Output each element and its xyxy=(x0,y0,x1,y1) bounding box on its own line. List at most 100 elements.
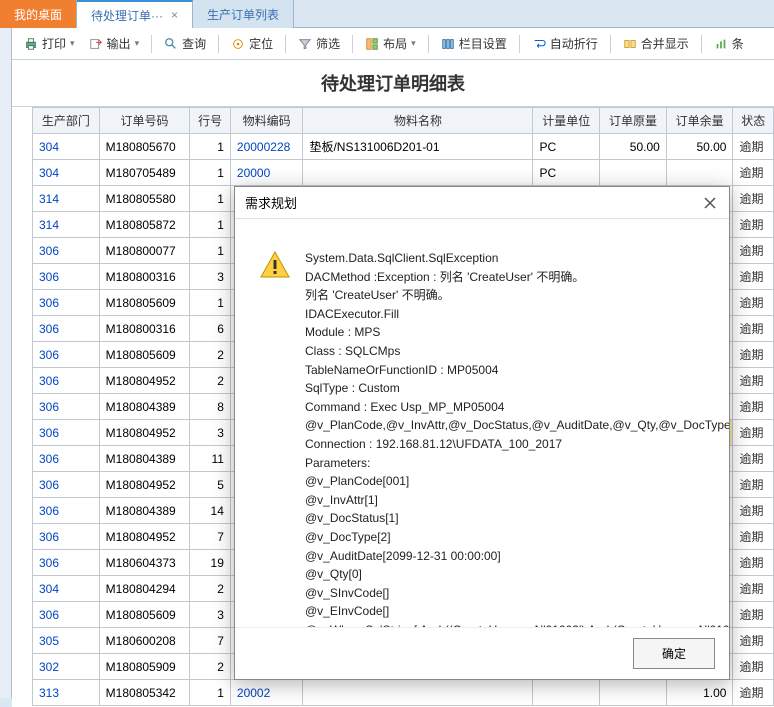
col-orig[interactable]: 订单原量 xyxy=(600,108,667,134)
cell-status[interactable]: 逾期 xyxy=(733,186,774,212)
cell-status[interactable]: 逾期 xyxy=(733,498,774,524)
cell-status[interactable]: 逾期 xyxy=(733,134,774,160)
col-status[interactable]: 状态 xyxy=(733,108,774,134)
cell-status[interactable]: 逾期 xyxy=(733,212,774,238)
cell-status[interactable]: 逾期 xyxy=(733,160,774,186)
col-remain[interactable]: 订单余量 xyxy=(666,108,733,134)
cell-orderno: M180804952 xyxy=(99,420,190,446)
cell-dept[interactable]: 306 xyxy=(33,264,100,290)
col-orderno[interactable]: 订单号码 xyxy=(99,108,190,134)
cell-dept[interactable]: 313 xyxy=(33,680,100,706)
cell-dept[interactable]: 306 xyxy=(33,316,100,342)
autowrap-button[interactable]: 自动折行 xyxy=(526,32,604,55)
print-icon xyxy=(24,37,38,51)
cell-dept[interactable]: 306 xyxy=(33,238,100,264)
tab-production-list[interactable]: 生产订单列表 xyxy=(193,0,294,28)
cell-status[interactable]: 逾期 xyxy=(733,680,774,706)
cell-status[interactable]: 逾期 xyxy=(733,446,774,472)
cell-status[interactable]: 逾期 xyxy=(733,316,774,342)
query-button[interactable]: 查询 xyxy=(158,32,212,55)
cell-matcode[interactable]: 20000228 xyxy=(230,134,303,160)
cell-dept[interactable]: 304 xyxy=(33,134,100,160)
cell-dept[interactable]: 306 xyxy=(33,602,100,628)
cell-status[interactable]: 逾期 xyxy=(733,394,774,420)
cell-dept[interactable]: 306 xyxy=(33,420,100,446)
cell-dept[interactable]: 306 xyxy=(33,446,100,472)
barchart-icon xyxy=(714,37,728,51)
dialog-title: 需求规划 xyxy=(245,193,297,212)
cell-dept[interactable]: 306 xyxy=(33,368,100,394)
cell-dept[interactable]: 306 xyxy=(33,394,100,420)
cell-status[interactable]: 逾期 xyxy=(733,420,774,446)
dialog-body: System.Data.SqlClient.SqlExceptionDACMet… xyxy=(235,219,729,627)
cell-matcode[interactable]: 20002 xyxy=(230,680,303,706)
cell-dept[interactable]: 314 xyxy=(33,212,100,238)
cell-dept[interactable]: 306 xyxy=(33,524,100,550)
table-row[interactable]: 313M1808053421200021.00逾期 xyxy=(33,680,774,706)
cell-orderno: M180600208 xyxy=(99,628,190,654)
col-matcode[interactable]: 物料编码 xyxy=(230,108,303,134)
cell-orderno: M180805580 xyxy=(99,186,190,212)
cell-status[interactable]: 逾期 xyxy=(733,290,774,316)
cell-remain: 50.00 xyxy=(666,134,733,160)
cell-line: 8 xyxy=(190,394,230,420)
tab-pending-orders[interactable]: 待处理订单··· × xyxy=(77,0,193,28)
cell-matcode[interactable]: 20000 xyxy=(230,160,303,186)
cell-status[interactable]: 逾期 xyxy=(733,472,774,498)
export-button[interactable]: 输出▾ xyxy=(83,32,146,55)
cell-status[interactable]: 逾期 xyxy=(733,654,774,680)
layout-button[interactable]: 布局▾ xyxy=(359,32,422,55)
cell-line: 7 xyxy=(190,524,230,550)
table-row[interactable]: 304M180805670120000228垫板/NS131006D201-01… xyxy=(33,134,774,160)
cell-orderno: M180804294 xyxy=(99,576,190,602)
cell-dept[interactable]: 306 xyxy=(33,290,100,316)
cell-orderno: M180804389 xyxy=(99,394,190,420)
cell-unit: PC xyxy=(533,134,600,160)
cell-status[interactable]: 逾期 xyxy=(733,550,774,576)
cell-dept[interactable]: 306 xyxy=(33,498,100,524)
dialog-message: System.Data.SqlClient.SqlExceptionDACMet… xyxy=(305,249,729,617)
col-dept[interactable]: 生产部门 xyxy=(33,108,100,134)
table-row[interactable]: 304M180705489120000PC逾期 xyxy=(33,160,774,186)
tab-desktop[interactable]: 我的桌面 xyxy=(0,0,77,28)
mergeshow-button[interactable]: 合并显示 xyxy=(617,32,695,55)
cell-dept[interactable]: 306 xyxy=(33,550,100,576)
cell-dept[interactable]: 306 xyxy=(33,342,100,368)
columns-button[interactable]: 栏目设置 xyxy=(435,32,513,55)
close-icon[interactable]: × xyxy=(171,8,178,22)
cell-line: 1 xyxy=(190,212,230,238)
cell-status[interactable]: 逾期 xyxy=(733,342,774,368)
cell-orderno: M180800316 xyxy=(99,316,190,342)
cell-dept[interactable]: 305 xyxy=(33,628,100,654)
cell-orig: 50.00 xyxy=(600,134,667,160)
cell-status[interactable]: 逾期 xyxy=(733,576,774,602)
cell-remain: 1.00 xyxy=(666,680,733,706)
cell-status[interactable]: 逾期 xyxy=(733,238,774,264)
cell-orderno: M180604373 xyxy=(99,550,190,576)
cell-status[interactable]: 逾期 xyxy=(733,524,774,550)
col-matname[interactable]: 物料名称 xyxy=(303,108,533,134)
filter-button[interactable]: 筛选 xyxy=(292,32,346,55)
cell-status[interactable]: 逾期 xyxy=(733,368,774,394)
left-panel-edge[interactable] xyxy=(0,28,12,698)
cell-orderno: M180805909 xyxy=(99,654,190,680)
col-unit[interactable]: 计量单位 xyxy=(533,108,600,134)
cell-dept[interactable]: 304 xyxy=(33,160,100,186)
cell-status[interactable]: 逾期 xyxy=(733,628,774,654)
print-button[interactable]: 打印▾ xyxy=(18,32,81,55)
cell-status[interactable]: 逾期 xyxy=(733,602,774,628)
cell-dept[interactable]: 306 xyxy=(33,472,100,498)
cell-dept[interactable]: 304 xyxy=(33,576,100,602)
cell-dept[interactable]: 302 xyxy=(33,654,100,680)
wrap-icon xyxy=(532,37,546,51)
ok-button[interactable]: 确定 xyxy=(633,638,715,669)
cell-status[interactable]: 逾期 xyxy=(733,264,774,290)
cell-line: 1 xyxy=(190,238,230,264)
cell-matname xyxy=(303,680,533,706)
cell-line: 2 xyxy=(190,368,230,394)
locate-button[interactable]: 定位 xyxy=(225,32,279,55)
dialog-close-button[interactable] xyxy=(701,194,719,212)
barchart-button[interactable]: 条 xyxy=(708,32,750,55)
col-line[interactable]: 行号 xyxy=(190,108,230,134)
cell-dept[interactable]: 314 xyxy=(33,186,100,212)
